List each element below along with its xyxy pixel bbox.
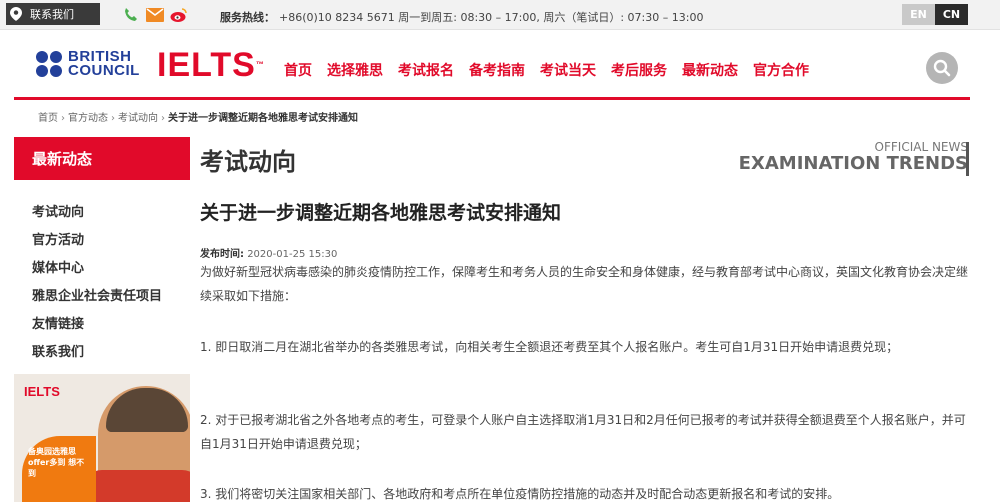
sidebar-menu: 考试动向 官方活动 媒体中心 雅思企业社会责任项目 友情链接 联系我们 xyxy=(14,196,190,364)
bc-logo-line2: COUNCIL xyxy=(68,62,140,79)
lang-cn-button[interactable]: CN xyxy=(935,4,968,25)
article-paragraph: 1. 即日取消二月在湖北省举办的各类雅思考试，向相关考生全额退还考费至其个人报名… xyxy=(200,340,899,354)
site-header: BRITISH COUNCIL IELTS™ 首页 选择雅思 考试报名 备考指南… xyxy=(14,38,970,100)
ielts-logo[interactable]: IELTS™ xyxy=(157,48,265,82)
article-paragraph: 为做好新型冠状病毒感染的肺炎疫情防控工作，保障考生和考务人员的生命安全和身体健康… xyxy=(200,265,969,303)
section-title-en: OFFICIAL NEWS EXAMINATION TRENDS xyxy=(739,140,968,174)
search-icon xyxy=(933,59,951,77)
nav-latest-news[interactable]: 最新动态 xyxy=(682,60,738,80)
social-links xyxy=(122,6,188,24)
nav-partnership[interactable]: 官方合作 xyxy=(753,60,809,80)
nav-choose-ielts[interactable]: 选择雅思 xyxy=(327,60,383,80)
section-title: 考试动向 xyxy=(200,148,296,176)
article-paragraph: 2. 对于已报考湖北省之外各地考点的考生，可登录个人账户自主选择取消1月31日和… xyxy=(200,413,966,451)
promo-banner[interactable]: IELTS 备奥园选雅思 offer多到 想不到 xyxy=(14,374,190,502)
mail-icon[interactable] xyxy=(146,6,164,24)
article-title: 关于进一步调整近期各地雅思考试安排通知 xyxy=(200,202,562,224)
map-pin-icon xyxy=(6,3,26,25)
hotline-text: +86(0)10 8234 5671 周一到周五: 08:30 – 17:00,… xyxy=(279,11,704,24)
contact-us-label: 联系我们 xyxy=(30,8,74,21)
promo-text: 备奥园选雅思 offer多到 想不到 xyxy=(28,447,85,478)
ielts-tm: ™ xyxy=(255,60,265,69)
breadcrumb-home[interactable]: 首页 xyxy=(38,113,58,124)
section-en-big: EXAMINATION TRENDS xyxy=(738,153,968,174)
publish-date-value: 2020-01-25 15:30 xyxy=(247,249,338,260)
weibo-icon[interactable] xyxy=(170,6,188,24)
section-divider xyxy=(966,142,969,176)
british-council-dots-icon xyxy=(36,51,62,77)
main-nav: 首页 选择雅思 考试报名 备考指南 考试当天 考后服务 最新动态 官方合作 xyxy=(284,60,824,80)
top-bar: 联系我们 服务热线： +86(0)10 8234 5671 周一到周五: 08:3… xyxy=(0,0,1000,30)
contact-us-button[interactable]: 联系我们 xyxy=(6,3,100,25)
breadcrumb: 首页 › 官方动态 › 考试动向 › 关于进一步调整近期各地雅思考试安排通知 xyxy=(38,113,358,124)
breadcrumb-exam-trends[interactable]: 考试动向 xyxy=(118,113,158,124)
hotline-label: 服务热线： xyxy=(220,11,275,24)
breadcrumb-official-news[interactable]: 官方动态 xyxy=(68,113,108,124)
article-paragraph: 3. 我们将密切关注国家相关部门、各地政府和考点所在单位疫情防控措施的动态并及时… xyxy=(200,487,840,501)
sidebar-heading: 最新动态 xyxy=(14,137,190,180)
nav-registration[interactable]: 考试报名 xyxy=(398,60,454,80)
sidebar-item-contact[interactable]: 联系我们 xyxy=(14,336,190,364)
phone-icon[interactable] xyxy=(122,6,140,24)
sidebar-item-exam-trends[interactable]: 考试动向 xyxy=(14,196,190,224)
promo-ielts-logo: IELTS xyxy=(24,384,60,399)
publish-date-label: 发布时间: xyxy=(200,249,244,260)
section-en-small: OFFICIAL NEWS xyxy=(874,140,968,154)
nav-test-day[interactable]: 考试当天 xyxy=(540,60,596,80)
sidebar-item-csr[interactable]: 雅思企业社会责任项目 xyxy=(14,280,190,308)
publish-date: 发布时间: 2020-01-25 15:30 xyxy=(200,245,337,260)
nav-home[interactable]: 首页 xyxy=(284,60,312,80)
nav-prep-guide[interactable]: 备考指南 xyxy=(469,60,525,80)
british-council-logo[interactable]: BRITISH COUNCIL xyxy=(36,49,140,79)
lang-en-button[interactable]: EN xyxy=(902,4,935,25)
nav-after-test[interactable]: 考后服务 xyxy=(611,60,667,80)
hotline-info: 服务热线： +86(0)10 8234 5671 周一到周五: 08:30 – 1… xyxy=(220,9,703,25)
sidebar-item-media-center[interactable]: 媒体中心 xyxy=(14,252,190,280)
sidebar-item-links[interactable]: 友情链接 xyxy=(14,308,190,336)
sidebar-item-official-events[interactable]: 官方活动 xyxy=(14,224,190,252)
search-button[interactable] xyxy=(926,52,958,84)
ielts-logo-text: IELTS xyxy=(157,46,256,84)
breadcrumb-current: 关于进一步调整近期各地雅思考试安排通知 xyxy=(168,113,358,124)
